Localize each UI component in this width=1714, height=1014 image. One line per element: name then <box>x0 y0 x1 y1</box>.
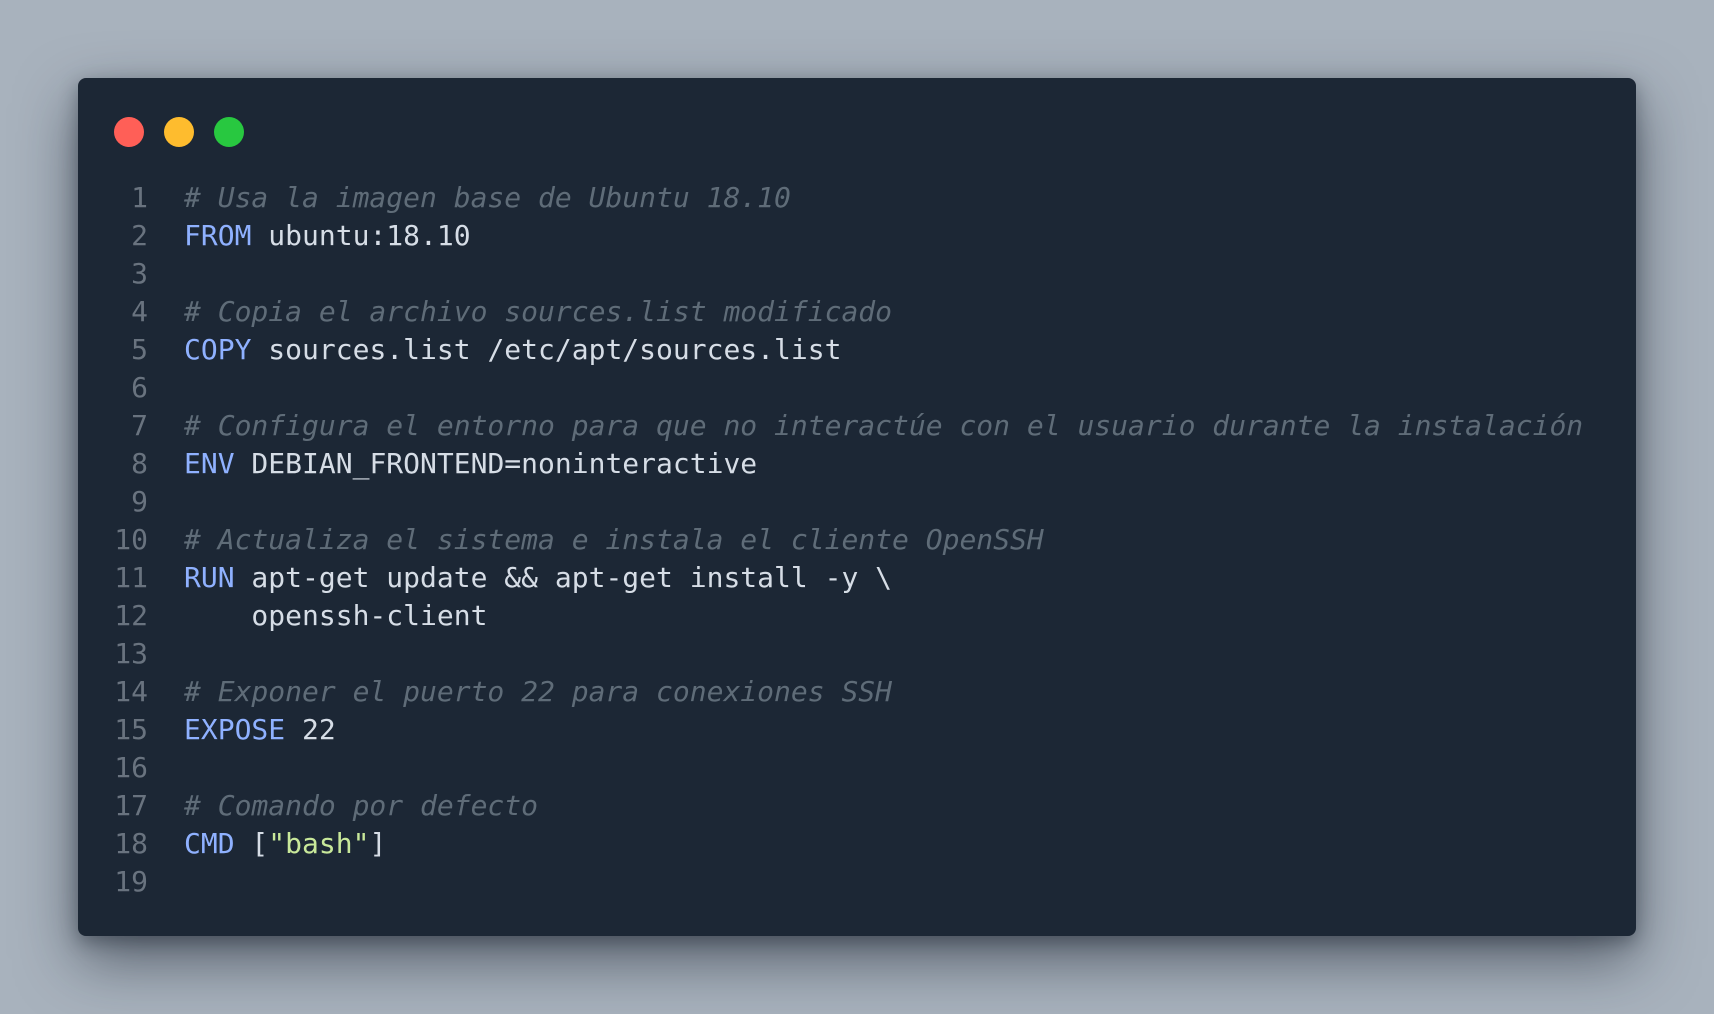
line-content: FROM ubuntu:18.10 <box>184 217 471 255</box>
maximize-dot[interactable] <box>214 117 244 147</box>
code-keyword: EXPOSE <box>184 713 286 746</box>
code-line: 11 RUN apt-get update && apt-get install … <box>78 559 1583 597</box>
code-line: 14 # Exponer el puerto 22 para conexiones… <box>78 673 1583 711</box>
line-number: 4 <box>131 295 148 328</box>
code-comment: # Exponer el puerto 22 para conexiones S… <box>184 675 893 708</box>
line-number: 9 <box>131 485 148 518</box>
code-text: openssh-client <box>184 599 488 632</box>
line-content: # Actualiza el sistema e instala el clie… <box>184 521 1044 559</box>
code-line: 7 # Configura el entorno para que no inte… <box>78 407 1583 445</box>
line-number: 16 <box>114 751 148 784</box>
code-line: 12 openssh-client <box>78 597 1583 635</box>
code-block: 1 # Usa la imagen base de Ubuntu 18.10 2 FR… <box>78 179 1583 901</box>
code-line: 3 <box>78 255 1583 293</box>
line-number: 19 <box>114 865 148 898</box>
line-number: 11 <box>114 561 148 594</box>
code-text: sources.list /etc/apt/sources.list <box>251 333 842 366</box>
code-text: DEBIAN_FRONTEND=noninteractive <box>234 447 758 480</box>
close-dot[interactable] <box>114 117 144 147</box>
code-window: 1 # Usa la imagen base de Ubuntu 18.10 2 FR… <box>78 78 1636 936</box>
line-content: ENV DEBIAN_FRONTEND=noninteractive <box>184 445 757 483</box>
line-content: COPY sources.list /etc/apt/sources.list <box>184 331 841 369</box>
line-content: # Exponer el puerto 22 para conexiones S… <box>184 673 892 711</box>
code-text: [ <box>234 827 269 860</box>
code-line: 17 # Comando por defecto <box>78 787 1583 825</box>
code-line: 6 <box>78 369 1583 407</box>
code-line: 10 # Actualiza el sistema e instala el cl… <box>78 521 1583 559</box>
code-line: 18 CMD ["bash"] <box>78 825 1583 863</box>
code-line: 13 <box>78 635 1583 673</box>
line-number: 10 <box>114 523 148 556</box>
code-comment: # Comando por defecto <box>184 789 539 822</box>
code-text: 22 <box>285 713 336 746</box>
line-content: openssh-client <box>184 597 487 635</box>
code-keyword: ENV <box>184 447 235 480</box>
code-line: 5 COPY sources.list /etc/apt/sources.list <box>78 331 1583 369</box>
line-number: 1 <box>131 181 148 214</box>
code-line: 15 EXPOSE 22 <box>78 711 1583 749</box>
code-line: 19 <box>78 863 1583 901</box>
line-content: CMD ["bash"] <box>184 825 386 863</box>
code-comment: # Configura el entorno para que no inter… <box>184 409 1584 442</box>
code-keyword: CMD <box>184 827 235 860</box>
code-text: ] <box>369 827 387 860</box>
line-number: 13 <box>114 637 148 670</box>
code-text: ubuntu:18.10 <box>251 219 471 252</box>
code-string: "bash" <box>268 827 370 860</box>
line-number: 2 <box>131 219 148 252</box>
line-number: 3 <box>131 257 148 290</box>
code-line: 4 # Copia el archivo sources.list modific… <box>78 293 1583 331</box>
line-content: # Copia el archivo sources.list modifica… <box>184 293 892 331</box>
code-line: 8 ENV DEBIAN_FRONTEND=noninteractive <box>78 445 1583 483</box>
code-line: 2 FROM ubuntu:18.10 <box>78 217 1583 255</box>
line-number: 8 <box>131 447 148 480</box>
line-number: 12 <box>114 599 148 632</box>
code-comment: # Usa la imagen base de Ubuntu 18.10 <box>184 181 791 214</box>
code-keyword: COPY <box>184 333 252 366</box>
line-number: 14 <box>114 675 148 708</box>
line-content: EXPOSE 22 <box>184 711 336 749</box>
line-number: 17 <box>114 789 148 822</box>
code-keyword: RUN <box>184 561 235 594</box>
code-text: apt-get update && apt-get install -y \ <box>234 561 893 594</box>
line-content: # Usa la imagen base de Ubuntu 18.10 <box>184 179 791 217</box>
minimize-dot[interactable] <box>164 117 194 147</box>
code-comment: # Copia el archivo sources.list modifica… <box>184 295 893 328</box>
window-controls <box>114 117 244 147</box>
code-line: 1 # Usa la imagen base de Ubuntu 18.10 <box>78 179 1583 217</box>
line-number: 5 <box>131 333 148 366</box>
line-number: 15 <box>114 713 148 746</box>
line-number: 7 <box>131 409 148 442</box>
code-keyword: FROM <box>184 219 252 252</box>
line-number: 6 <box>131 371 148 404</box>
line-content: # Configura el entorno para que no inter… <box>184 407 1583 445</box>
code-comment: # Actualiza el sistema e instala el clie… <box>184 523 1044 556</box>
line-number: 18 <box>114 827 148 860</box>
code-line: 16 <box>78 749 1583 787</box>
line-content: RUN apt-get update && apt-get install -y… <box>184 559 892 597</box>
line-content: # Comando por defecto <box>184 787 538 825</box>
code-line: 9 <box>78 483 1583 521</box>
